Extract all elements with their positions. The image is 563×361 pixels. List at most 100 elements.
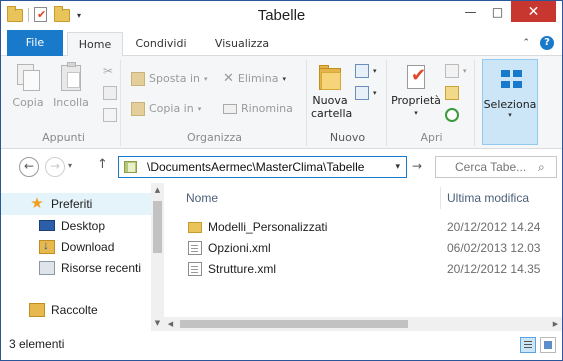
rename-icon [223,104,237,114]
scissors-icon: ✂ [103,64,114,78]
group-clipboard: Copia Incolla ✂ Appunti [7,60,121,146]
refresh-arrow-icon[interactable]: → [412,159,422,173]
move-to-icon [131,72,145,86]
ribbon-right-controls: ⌃ ? [522,36,554,50]
search-icon[interactable]: ⌕ [538,160,556,175]
delete-button[interactable]: ✕ Elimina ▾ [223,70,286,88]
tab-share[interactable]: Condividi [127,32,195,56]
address-folder-icon [124,161,137,173]
minimize-ribbon-chevron-icon[interactable]: ⌃ [522,38,530,48]
new-folder-label-1: Nuova [312,94,348,107]
new-item-icon [355,64,369,78]
properties-label: Proprietà [391,94,441,107]
folder-icon [188,222,202,233]
rename-label: Rinomina [241,102,293,115]
delete-x-icon: ✕ [223,71,234,86]
copy-path-button[interactable] [103,84,117,102]
copy-to-icon [131,102,145,116]
forward-button[interactable]: → [45,157,65,177]
ribbon-tabs: File Home Condividi Visualizza ⌃ ? [1,30,562,57]
details-view-icon[interactable] [520,337,536,353]
nav-pane-scroll-thumb[interactable] [153,201,162,253]
search-box[interactable]: Cerca Tabe... ⌕ [435,156,557,178]
address-bar[interactable]: \DocumentsAermec\MasterClima\Tabelle ▾ [118,156,407,178]
search-placeholder[interactable]: Cerca Tabe... [436,160,538,174]
open-icon [445,64,459,78]
rename-button[interactable]: Rinomina [223,100,293,118]
file-modified: 20/12/2012 14.24 [447,220,541,234]
tab-file[interactable]: File [7,30,63,56]
select-label: Seleziona [483,98,537,111]
open-chevron-icon: ▾ [463,67,467,75]
column-header-modified[interactable]: Ultima modifica [447,183,529,213]
nav-item-download[interactable]: Download [1,236,151,258]
new-folder-button[interactable]: Nuova cartella [311,62,352,120]
cut-button[interactable]: ✂ [103,62,113,80]
column-header-name[interactable]: Nome [186,183,218,213]
maximize-button[interactable]: □ [484,1,511,22]
copy-to-button[interactable]: Copia in ▾ [131,100,201,118]
scroll-right-icon[interactable]: ▶ [549,317,562,331]
recent-places-icon [39,261,55,275]
status-bar: 3 elementi [1,331,562,360]
address-path[interactable]: \DocumentsAermec\MasterClima\Tabelle [147,160,395,174]
table-row[interactable]: Modelli_Personalizzati 20/12/2012 14.24 [164,216,562,238]
table-row[interactable]: Strutture.xml 20/12/2012 14.35 [164,258,562,280]
ribbon-home: Copia Incolla ✂ Appunti Sposta in ▾ Copia… [1,56,562,149]
edit-button[interactable] [445,84,459,102]
close-button[interactable]: ✕ [511,1,556,22]
desktop-icon [39,219,55,231]
group-organize: Sposta in ▾ Copia in ▾ ✕ Elimina ▾ Rinomina… [123,60,307,146]
nav-item-label: Risorse recenti [61,261,142,275]
select-button[interactable]: Seleziona ▾ [482,59,538,145]
properties-big-icon: ✔ [403,62,429,92]
window-controls: — □ ✕ [457,1,556,22]
scroll-up-icon[interactable]: ▲ [151,186,164,194]
file-list-horizontal-scrollbar[interactable]: ◀ ▶ [164,317,562,331]
paste-label: Incolla [53,96,89,109]
tab-home[interactable]: Home [67,32,123,57]
back-button[interactable]: ← [19,157,39,177]
group-clipboard-label: Appunti [42,131,85,144]
new-item-chevron-icon: ▾ [373,67,377,75]
easy-access-button[interactable]: ▾ [355,84,377,102]
edit-icon [445,86,459,100]
horizontal-scroll-thumb[interactable] [180,320,408,328]
large-icons-view-icon[interactable] [540,337,556,353]
paste-button[interactable]: Incolla [51,62,91,109]
recent-locations-chevron-icon[interactable]: ▾ [68,161,72,170]
title-bar: ▾ Tabelle — □ ✕ [1,1,562,30]
open-button[interactable]: ▾ [445,62,467,80]
download-icon [39,238,55,254]
new-folder-big-icon [317,62,343,92]
delete-chevron-icon: ▾ [282,75,286,83]
nav-item-libraries[interactable]: Raccolte [1,299,151,321]
properties-button[interactable]: ✔ Proprietà ▾ [391,62,441,120]
move-to-chevron-icon: ▾ [204,75,208,83]
nav-item-recent-places[interactable]: Risorse recenti [1,257,151,279]
paste-icon [58,62,84,92]
move-to-button[interactable]: Sposta in ▾ [131,70,208,88]
column-divider[interactable] [440,187,441,209]
scroll-down-icon[interactable]: ▼ [151,319,164,327]
copy-button[interactable]: Copia [11,62,45,109]
history-button[interactable] [445,106,459,124]
copy-icon [15,62,41,92]
easy-access-icon [355,86,369,100]
up-arrow-icon[interactable]: ↑ [97,157,108,172]
copy-path-icon [103,86,117,100]
nav-item-label: Desktop [61,219,106,233]
scroll-left-icon[interactable]: ◀ [164,317,177,331]
minimize-button[interactable]: — [457,1,484,22]
tab-view[interactable]: Visualizza [203,32,281,56]
libraries-icon [29,303,45,317]
help-icon[interactable]: ? [540,36,554,50]
new-item-button[interactable]: ▾ [355,62,377,80]
table-row[interactable]: Opzioni.xml 06/02/2013 12.03 [164,237,562,259]
group-new-label: Nuovo [329,131,366,144]
nav-pane-scrollbar[interactable]: ▲ ▼ [151,183,164,331]
address-history-chevron-icon[interactable]: ▾ [395,162,400,172]
nav-item-preferiti[interactable]: ★ Preferiti [1,193,151,215]
nav-item-desktop[interactable]: Desktop [1,215,151,237]
paste-shortcut-button[interactable] [103,106,117,124]
